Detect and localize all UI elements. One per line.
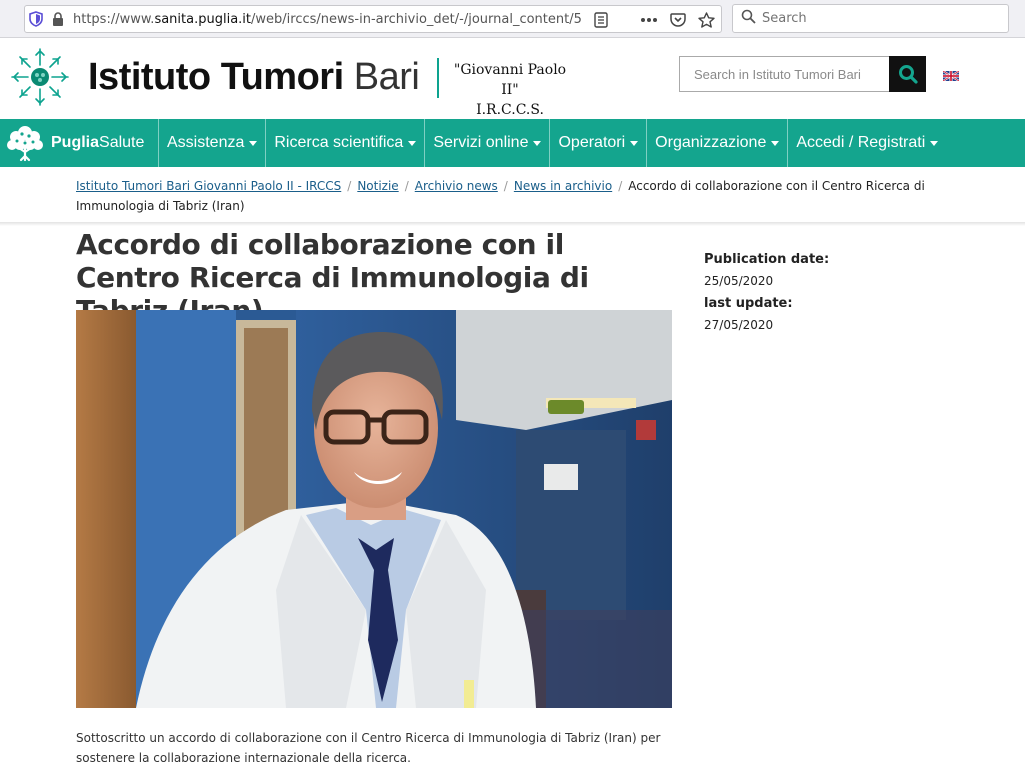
article-meta: Publication date: 25/05/2020 last update…	[704, 250, 829, 338]
caret-down-icon	[930, 140, 939, 146]
breadcrumb-link-archivio-news[interactable]: Archivio news	[415, 179, 498, 193]
url-domain: sanita.puglia.it	[154, 11, 251, 27]
subtitle-line-1: "Giovanni Paolo II"	[453, 62, 567, 98]
browser-search-input[interactable]	[762, 11, 992, 26]
site-title-light: Bari	[353, 56, 420, 98]
header-divider	[437, 58, 439, 98]
caret-down-icon	[408, 140, 417, 146]
browser-toolbar: https://www.sanita.puglia.it/web/irccs/n…	[0, 0, 1025, 38]
subtitle-line-2: I.R.C.C.S.	[476, 102, 544, 118]
nav-label: Servizi online	[433, 134, 529, 151]
search-icon	[898, 65, 918, 84]
url-text[interactable]: https://www.sanita.puglia.it/web/irccs/n…	[69, 12, 581, 27]
lock-icon[interactable]	[47, 5, 69, 33]
site-header: Istituto Tumori Bari "Giovanni Paolo II"…	[0, 38, 1025, 119]
caret-down-icon	[630, 140, 639, 146]
nav-label: Organizzazione	[655, 134, 767, 151]
site-title[interactable]: Istituto Tumori Bari	[88, 56, 420, 99]
nav-item-ricerca-scientifica[interactable]: Ricerca scientifica	[266, 119, 426, 167]
browser-search-bar[interactable]	[732, 4, 1009, 33]
nav-label: Operatori	[558, 134, 626, 151]
last-update-value: 27/05/2020	[704, 318, 774, 332]
publication-date-label: Publication date:	[704, 252, 830, 267]
url-path: /web/irccs/news-in-archivio_det/-/journa…	[251, 11, 581, 27]
nav-item-operatori[interactable]: Operatori	[550, 119, 648, 167]
main-nav: PugliaSalute Assistenza Ricerca scientif…	[0, 119, 1025, 167]
site-search	[679, 56, 926, 92]
caret-down-icon	[771, 140, 780, 146]
breadcrumb-shadow	[0, 222, 1025, 226]
breadcrumb-link-notizie[interactable]: Notizie	[357, 179, 398, 193]
nav-label: Assistenza	[167, 134, 245, 151]
brand-light: Salute	[99, 134, 145, 151]
brand-text: PugliaSalute	[51, 134, 144, 152]
breadcrumb-separator: /	[503, 179, 508, 193]
uk-flag-icon[interactable]	[943, 71, 959, 81]
breadcrumb: Istituto Tumori Bari Giovanni Paolo II -…	[76, 176, 996, 216]
nav-label: Ricerca scientifica	[274, 134, 404, 151]
article-intro: Sottoscritto un accordo di collaborazion…	[76, 731, 661, 765]
address-bar[interactable]: https://www.sanita.puglia.it/web/irccs/n…	[24, 5, 722, 33]
article-photo	[76, 310, 672, 708]
tree-logo-icon	[7, 126, 43, 162]
breadcrumb-link-news-in-archivio[interactable]: News in archivio	[514, 179, 612, 193]
institute-logo-icon[interactable]	[8, 45, 72, 109]
star-icon[interactable]	[698, 12, 715, 28]
pocket-icon[interactable]	[670, 12, 686, 28]
url-prefix: https://www.	[73, 11, 155, 27]
nav-item-assistenza[interactable]: Assistenza	[159, 119, 267, 167]
site-search-input[interactable]	[679, 56, 889, 92]
breadcrumb-separator: /	[347, 179, 352, 193]
caret-down-icon	[533, 140, 542, 146]
nav-label: Accedi / Registrati	[796, 134, 926, 151]
site-title-bold: Istituto Tumori	[88, 56, 344, 98]
breadcrumb-separator: /	[618, 179, 623, 193]
puglia-salute-brand[interactable]: PugliaSalute	[0, 119, 159, 167]
breadcrumb-link-istituto[interactable]: Istituto Tumori Bari Giovanni Paolo II -…	[76, 179, 341, 193]
brand-bold: Puglia	[51, 134, 100, 151]
more-icon[interactable]	[640, 17, 658, 23]
site-search-button[interactable]	[889, 56, 926, 92]
nav-item-servizi-online[interactable]: Servizi online	[425, 119, 551, 167]
search-icon	[741, 9, 756, 28]
nav-item-organizzazione[interactable]: Organizzazione	[647, 119, 789, 167]
breadcrumb-separator: /	[404, 179, 409, 193]
last-update-label: last update:	[704, 296, 793, 311]
reader-icon[interactable]	[594, 12, 608, 28]
institute-subtitle: "Giovanni Paolo II" I.R.C.C.S.	[446, 60, 574, 120]
publication-date-value: 25/05/2020	[704, 274, 774, 288]
nav-item-accedi-registrati[interactable]: Accedi / Registrati	[788, 119, 946, 167]
shield-icon[interactable]	[25, 5, 47, 33]
caret-down-icon	[249, 140, 258, 146]
